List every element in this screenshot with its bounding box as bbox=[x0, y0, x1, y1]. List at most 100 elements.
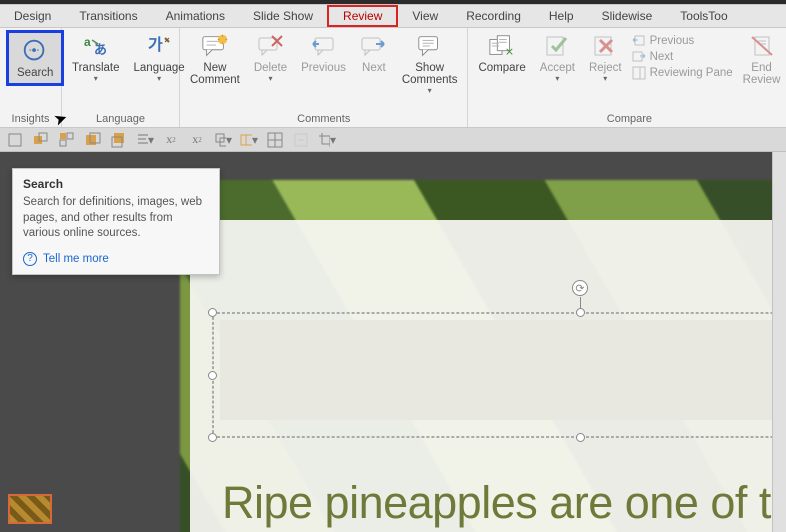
translate-label: Translate bbox=[72, 62, 120, 74]
vertical-scrollbar[interactable] bbox=[772, 152, 786, 532]
body-line-1: Ripe pineapples are one of th bbox=[222, 478, 786, 528]
tooltip-title: Search bbox=[23, 177, 209, 191]
tooltip-body: Search for definitions, images, web page… bbox=[23, 195, 209, 242]
qat-crop-icon[interactable]: ▾ bbox=[318, 131, 336, 149]
delete-icon bbox=[256, 32, 284, 60]
svg-text:가: 가 bbox=[148, 36, 163, 54]
language-icon: 가 bbox=[145, 32, 173, 60]
new-comment-button[interactable]: New Comment bbox=[186, 30, 244, 88]
compare-button[interactable]: Compare bbox=[474, 30, 529, 76]
previous-comment-button: Previous bbox=[297, 30, 350, 76]
show-comments-icon bbox=[416, 32, 444, 60]
next-comment-button: Next bbox=[356, 30, 392, 76]
compare-icon bbox=[488, 32, 516, 60]
tab-review[interactable]: Review bbox=[327, 5, 398, 27]
slide-content-area: ⟳ Pineapples Ripe pineapples are one of … bbox=[190, 220, 786, 532]
compare-label: Compare bbox=[478, 62, 525, 74]
qat-icon-5[interactable] bbox=[110, 131, 128, 149]
chevron-down-icon: ▾ bbox=[157, 74, 161, 83]
end-review-icon bbox=[748, 32, 776, 60]
next-icon bbox=[360, 32, 388, 60]
accept-button: Accept ▾ bbox=[536, 30, 579, 85]
pane-icon bbox=[632, 66, 646, 80]
body-textbox[interactable]: Ripe pineapples are one of th delicious … bbox=[222, 478, 786, 532]
qat-icon-9[interactable]: ▾ bbox=[214, 131, 232, 149]
quick-access-toolbar: ▾ x2 x2 ▾ ▾ ▾ bbox=[0, 128, 786, 152]
rotate-handle[interactable]: ⟳ bbox=[572, 280, 588, 296]
tab-design[interactable]: Design bbox=[0, 5, 65, 27]
search-tooltip: Search Search for definitions, images, w… bbox=[12, 168, 220, 275]
qat-icon-1[interactable] bbox=[6, 131, 24, 149]
resize-handle[interactable] bbox=[208, 371, 217, 380]
delete-label: Delete bbox=[254, 62, 287, 74]
title-highlight bbox=[220, 320, 786, 420]
next-label: Next bbox=[362, 62, 386, 74]
resize-handle[interactable] bbox=[576, 308, 585, 317]
accept-icon bbox=[543, 32, 571, 60]
chevron-down-icon: ▾ bbox=[555, 74, 559, 83]
tab-recording[interactable]: Recording bbox=[452, 5, 535, 27]
previous-icon bbox=[309, 32, 337, 60]
body-line-2: delicious fruits on the planet bbox=[222, 528, 786, 532]
tab-animations[interactable]: Animations bbox=[152, 5, 239, 27]
help-icon: ? bbox=[23, 252, 37, 266]
qat-subscript-icon[interactable]: x2 bbox=[188, 131, 206, 149]
tell-me-more-link[interactable]: ? Tell me more bbox=[23, 252, 209, 266]
reject-button: Reject ▾ bbox=[585, 30, 626, 85]
previous-small-icon bbox=[632, 34, 646, 48]
tab-slidewise[interactable]: Slidewise bbox=[588, 5, 667, 27]
end-review-button: End Review bbox=[739, 30, 785, 88]
next-small-icon bbox=[632, 50, 646, 64]
tell-me-more-label: Tell me more bbox=[43, 253, 109, 265]
compare-next-label: Next bbox=[650, 51, 674, 63]
qat-icon-10[interactable]: ▾ bbox=[240, 131, 258, 149]
qat-align-icon[interactable]: ▾ bbox=[136, 131, 154, 149]
qat-table-icon[interactable] bbox=[266, 131, 284, 149]
reject-icon bbox=[591, 32, 619, 60]
qat-icon-4[interactable] bbox=[84, 131, 102, 149]
new-comment-label: New Comment bbox=[190, 62, 240, 86]
tab-help[interactable]: Help bbox=[535, 5, 588, 27]
language-label: Language bbox=[134, 62, 185, 74]
ribbon: Search Insights ➤ aあ Translate ▾ 가 Langu… bbox=[0, 28, 786, 128]
search-button[interactable]: Search bbox=[6, 30, 64, 86]
title-textbox[interactable]: ⟳ Pineapples bbox=[220, 320, 786, 430]
svg-text:a: a bbox=[84, 35, 91, 49]
search-label: Search bbox=[17, 67, 53, 79]
resize-handle[interactable] bbox=[208, 308, 217, 317]
qat-icon-12[interactable] bbox=[292, 131, 310, 149]
translate-button[interactable]: aあ Translate ▾ bbox=[68, 30, 124, 85]
end-review-label: End Review bbox=[743, 62, 781, 86]
group-label-comments: Comments bbox=[186, 111, 461, 127]
qat-icon-2[interactable] bbox=[32, 131, 50, 149]
reviewing-pane-button: Reviewing Pane bbox=[632, 66, 733, 80]
chevron-down-icon: ▾ bbox=[268, 74, 272, 83]
delete-comment-button: Delete ▾ bbox=[250, 30, 291, 85]
qat-icon-3[interactable] bbox=[58, 131, 76, 149]
resize-handle[interactable] bbox=[576, 433, 585, 442]
slide-thumbnail[interactable] bbox=[8, 494, 52, 524]
chevron-down-icon: ▾ bbox=[428, 86, 432, 95]
compare-previous-label: Previous bbox=[650, 35, 695, 47]
show-comments-button[interactable]: Show Comments ▾ bbox=[398, 30, 462, 97]
slide-canvas-area[interactable]: ⟳ Pineapples Ripe pineapples are one of … bbox=[160, 152, 786, 532]
qat-superscript-icon[interactable]: x2 bbox=[162, 131, 180, 149]
accept-label: Accept bbox=[540, 62, 575, 74]
compare-next-button: Next bbox=[632, 50, 733, 64]
show-comments-label: Show Comments bbox=[402, 62, 458, 86]
reject-label: Reject bbox=[589, 62, 622, 74]
tab-toolstoo[interactable]: ToolsToo bbox=[666, 5, 741, 27]
translate-icon: aあ bbox=[82, 32, 110, 60]
new-comment-icon bbox=[201, 32, 229, 60]
resize-handle[interactable] bbox=[208, 433, 217, 442]
group-label-compare: Compare bbox=[474, 111, 784, 127]
tab-view[interactable]: View bbox=[398, 5, 452, 27]
tab-slideshow[interactable]: Slide Show bbox=[239, 5, 327, 27]
previous-label: Previous bbox=[301, 62, 346, 74]
chevron-down-icon: ▾ bbox=[94, 74, 98, 83]
group-label-insights: Insights bbox=[6, 111, 55, 127]
tab-transitions[interactable]: Transitions bbox=[65, 5, 151, 27]
group-label-language: Language bbox=[68, 111, 173, 127]
chevron-down-icon: ▾ bbox=[603, 74, 607, 83]
compare-previous-button: Previous bbox=[632, 34, 733, 48]
